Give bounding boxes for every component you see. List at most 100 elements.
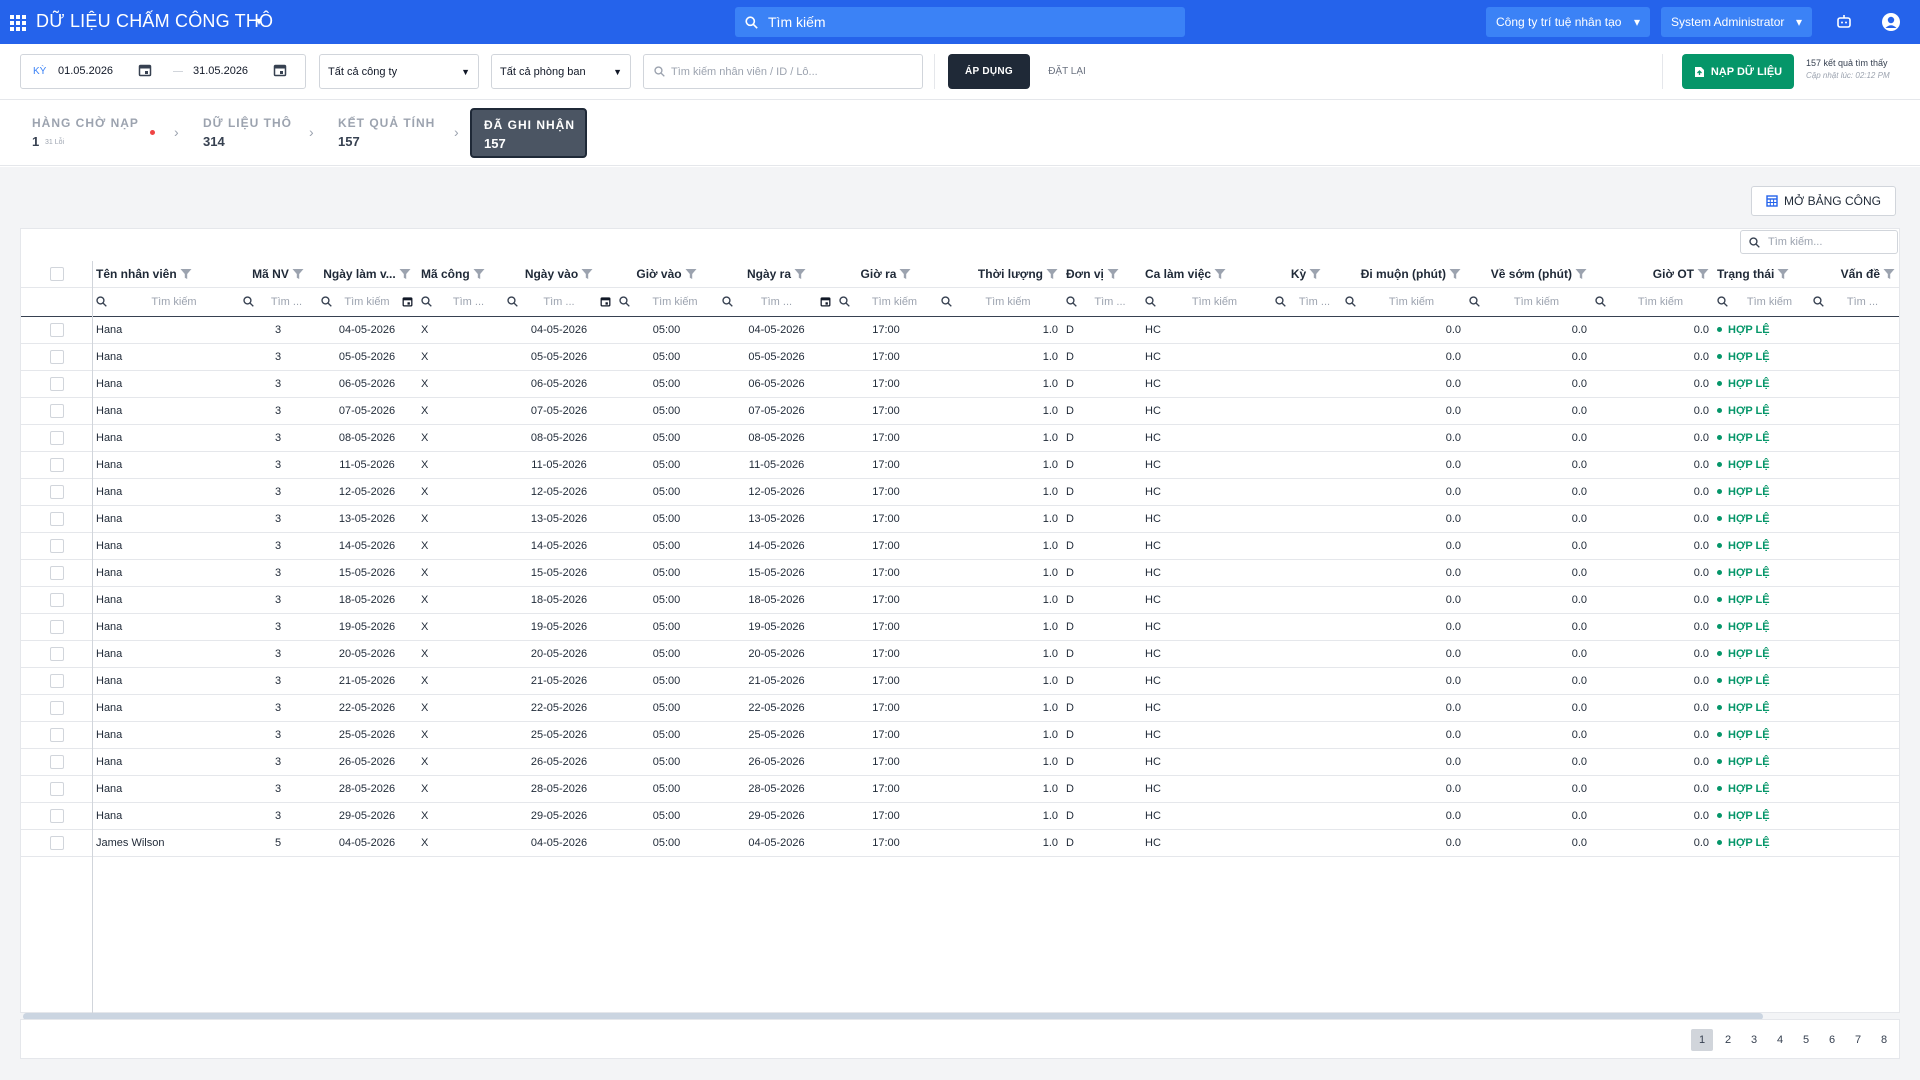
page-button[interactable]: 7 (1847, 1029, 1869, 1051)
table-row[interactable]: Hana 3 14-05-2026 X 14-05-2026 05:00 14-05-202… (21, 532, 1899, 560)
calendar-icon[interactable] (273, 63, 287, 80)
col-header-period[interactable]: Kỳ (1271, 261, 1341, 288)
row-checkbox[interactable] (49, 349, 64, 364)
table-row[interactable]: Hana 3 20-05-2026 X 20-05-2026 05:00 20-05-202… (21, 640, 1899, 668)
page-button[interactable]: 5 (1795, 1029, 1817, 1051)
load-data-button[interactable]: NẠP DỮ LIỆU (1682, 54, 1794, 89)
date-from-input[interactable]: 01.05.2026 (58, 65, 113, 77)
col-header-shift[interactable]: Ca làm việc (1141, 261, 1271, 288)
date-to-input[interactable]: 31.05.2026 (193, 65, 248, 77)
filter-input-status[interactable]: Tìm kiếm (1713, 287, 1809, 317)
filter-icon[interactable] (180, 268, 192, 280)
filter-input-work-date[interactable]: Tìm kiếm (317, 287, 417, 317)
account-icon[interactable] (1880, 11, 1902, 33)
col-header-work-date[interactable]: Ngày làm v... (317, 261, 417, 288)
filter-input-ot-hours[interactable]: Tìm kiếm (1591, 287, 1713, 317)
col-header-unit[interactable]: Đơn vị (1062, 261, 1141, 288)
calendar-icon[interactable] (402, 296, 413, 307)
filter-icon[interactable] (1107, 268, 1119, 280)
col-header-time-in[interactable]: Giờ vào (615, 261, 718, 288)
filter-icon[interactable] (581, 268, 593, 280)
row-checkbox[interactable] (49, 484, 64, 499)
table-row[interactable]: Hana 3 05-05-2026 X 05-05-2026 05:00 05-05-202… (21, 343, 1899, 371)
filter-icon[interactable] (1575, 268, 1587, 280)
col-header-late-minutes[interactable]: Đi muộn (phút) (1341, 261, 1465, 288)
filter-input-date-out[interactable]: Tìm ... (718, 287, 835, 317)
filter-input-time-in[interactable]: Tìm kiếm (615, 287, 718, 317)
table-row[interactable]: Hana 3 08-05-2026 X 08-05-2026 05:00 08-05-202… (21, 424, 1899, 452)
filter-input-period[interactable]: Tìm ... (1271, 287, 1341, 317)
calendar-icon[interactable] (138, 63, 152, 80)
filter-input-employee-name[interactable]: Tìm kiếm (92, 287, 239, 317)
filter-icon[interactable] (399, 268, 411, 280)
row-checkbox[interactable] (49, 403, 64, 418)
row-checkbox[interactable] (49, 700, 64, 715)
row-checkbox[interactable] (49, 619, 64, 634)
filter-input-issue[interactable]: Tìm ... (1809, 287, 1899, 317)
calendar-icon[interactable] (600, 296, 611, 307)
page-button[interactable]: 4 (1769, 1029, 1791, 1051)
table-row[interactable]: Hana 3 21-05-2026 X 21-05-2026 05:00 21-05-202… (21, 667, 1899, 695)
filter-input-employee-id[interactable]: Tìm ... (239, 287, 317, 317)
company-switcher[interactable]: Công ty trí tuệ nhân tạo ▾ (1486, 7, 1650, 37)
page-button[interactable]: 6 (1821, 1029, 1843, 1051)
row-checkbox[interactable] (49, 376, 64, 391)
filter-icon[interactable] (292, 268, 304, 280)
table-row[interactable]: Hana 3 04-05-2026 X 04-05-2026 05:00 04-05-202… (21, 316, 1899, 344)
col-header-time-out[interactable]: Giờ ra (835, 261, 937, 288)
filter-icon[interactable] (1777, 268, 1789, 280)
row-checkbox[interactable] (49, 646, 64, 661)
table-row[interactable]: Hana 3 13-05-2026 X 13-05-2026 05:00 13-05-202… (21, 505, 1899, 533)
table-row[interactable]: Hana 3 26-05-2026 X 26-05-2026 05:00 26-05-202… (21, 748, 1899, 776)
row-checkbox[interactable] (49, 835, 64, 850)
filter-icon[interactable] (1309, 268, 1321, 280)
row-checkbox[interactable] (49, 808, 64, 823)
app-title[interactable]: DỮ LIỆU CHẤM CÔNG THÔ (36, 11, 273, 32)
col-header-issue[interactable]: Vấn đề (1809, 261, 1899, 288)
col-header-duration[interactable]: Thời lượng (937, 261, 1062, 288)
col-header-ot-hours[interactable]: Giờ OT (1591, 261, 1713, 288)
filter-icon[interactable] (1697, 268, 1709, 280)
select-all-checkbox[interactable] (49, 267, 64, 282)
row-checkbox[interactable] (49, 754, 64, 769)
filter-icon[interactable] (685, 268, 697, 280)
filter-icon[interactable] (1883, 268, 1895, 280)
page-button[interactable]: 2 (1717, 1029, 1739, 1051)
row-checkbox[interactable] (49, 781, 64, 796)
reset-button[interactable]: ĐẶT LẠI (1040, 54, 1094, 89)
user-menu[interactable]: System Administrator ▾ (1661, 7, 1812, 37)
page-button[interactable]: 1 (1691, 1029, 1713, 1051)
open-timesheet-button[interactable]: MỞ BẢNG CÔNG (1751, 186, 1896, 216)
filter-input-early-minutes[interactable]: Tìm kiếm (1465, 287, 1591, 317)
page-button[interactable]: 3 (1743, 1029, 1765, 1051)
filter-icon[interactable] (1449, 268, 1461, 280)
col-header-employee-id[interactable]: Mã NV (239, 261, 317, 288)
filter-icon[interactable] (899, 268, 911, 280)
col-header-date-in[interactable]: Ngày vào (503, 261, 615, 288)
table-row[interactable]: Hana 3 19-05-2026 X 19-05-2026 05:00 19-05-202… (21, 613, 1899, 641)
table-row[interactable]: Hana 3 06-05-2026 X 06-05-2026 05:00 06-05-202… (21, 370, 1899, 398)
filter-icon[interactable] (794, 268, 806, 280)
filter-icon[interactable] (473, 268, 485, 280)
employee-search-input[interactable]: Tìm kiếm nhân viên / ID / Lô... (643, 54, 923, 89)
row-checkbox[interactable] (49, 673, 64, 688)
col-header-early-minutes[interactable]: Về sớm (phút) (1465, 261, 1591, 288)
filter-input-late-minutes[interactable]: Tìm kiếm (1341, 287, 1465, 317)
row-checkbox[interactable] (49, 565, 64, 580)
filter-input-duration[interactable]: Tìm kiếm (937, 287, 1062, 317)
step-raw-data[interactable]: DỮ LIỆU THÔ 314 (203, 108, 303, 158)
col-header-status[interactable]: Trạng thái (1713, 261, 1809, 288)
filter-input-shift[interactable]: Tìm kiếm (1141, 287, 1271, 317)
apps-grid-icon[interactable] (10, 15, 26, 31)
row-checkbox[interactable] (49, 430, 64, 445)
row-checkbox[interactable] (49, 511, 64, 526)
row-checkbox[interactable] (49, 538, 64, 553)
chevron-down-icon[interactable]: ▾ (256, 14, 262, 28)
col-header-work-code[interactable]: Mã công (417, 261, 503, 288)
table-row[interactable]: Hana 3 22-05-2026 X 22-05-2026 05:00 22-05-202… (21, 694, 1899, 722)
table-row[interactable]: Hana 3 11-05-2026 X 11-05-2026 05:00 11-05-202… (21, 451, 1899, 479)
calendar-icon[interactable] (820, 296, 831, 307)
grid-search-input[interactable]: Tìm kiếm... (1740, 230, 1898, 254)
col-header-employee-name[interactable]: Tên nhân viên (92, 261, 239, 288)
table-row[interactable]: Hana 3 25-05-2026 X 25-05-2026 05:00 25-05-202… (21, 721, 1899, 749)
